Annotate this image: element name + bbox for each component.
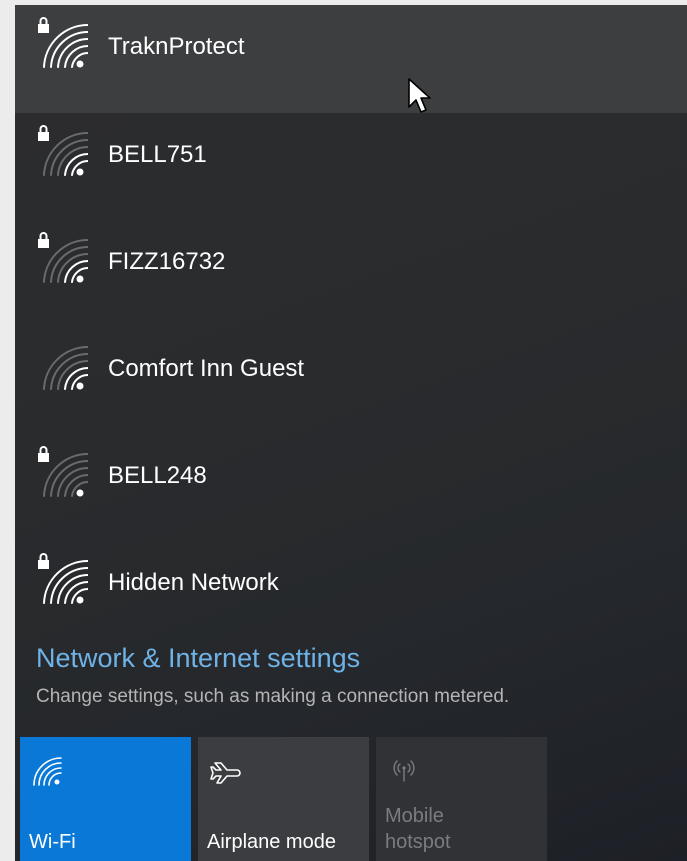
hotspot-icon [393,760,415,782]
network-name: BELL751 [108,141,207,168]
network-settings-description: Change settings, such as making a connec… [36,686,510,707]
network-item-fizz16732[interactable]: FIZZ16732 [15,220,687,327]
airplane-mode-label: Airplane mode [207,831,336,853]
network-settings-link[interactable]: Network & Internet settings [36,643,360,674]
wifi-secured-icon [38,446,88,497]
network-item-comfort-inn-guest[interactable]: Comfort Inn Guest [15,327,687,434]
network-item-bell248[interactable]: BELL248 [15,434,687,541]
network-item-trakn-protect[interactable]: TraknProtect [15,5,687,113]
wifi-icon [33,757,62,786]
mobile-hotspot-label-line2: hotspot [385,831,451,853]
wifi-secured-icon [38,232,88,283]
wifi-secured-icon [38,125,88,176]
mobile-hotspot-toggle-button[interactable]: Mobile hotspot [376,737,547,861]
quick-actions: Wi-Fi Airplane mode Mobile hotspot [15,737,687,861]
network-name: Hidden Network [108,569,279,596]
mobile-hotspot-label: Mobile hotspot [385,803,451,855]
wifi-open-icon [43,345,88,390]
network-list: TraknProtect BELL751 FIZZ16732 Comfort I… [15,5,687,648]
network-name: FIZZ16732 [108,248,226,275]
network-name: BELL248 [108,462,207,489]
wifi-secured-icon [38,553,88,604]
airplane-icon [210,762,241,784]
network-name: TraknProtect [108,33,245,60]
network-item-hidden-network[interactable]: Hidden Network [15,541,687,648]
wifi-toggle-button[interactable]: Wi-Fi [20,737,191,861]
mouse-cursor-icon [408,78,431,113]
airplane-mode-toggle-button[interactable]: Airplane mode [198,737,369,861]
wifi-secured-icon [38,17,88,68]
network-item-bell751[interactable]: BELL751 [15,113,687,220]
wifi-label: Wi-Fi [29,831,76,853]
network-name: Comfort Inn Guest [108,355,305,382]
mobile-hotspot-label-line1: Mobile [385,805,444,827]
network-flyout: TraknProtect BELL751 FIZZ16732 Comfort I… [15,5,687,861]
